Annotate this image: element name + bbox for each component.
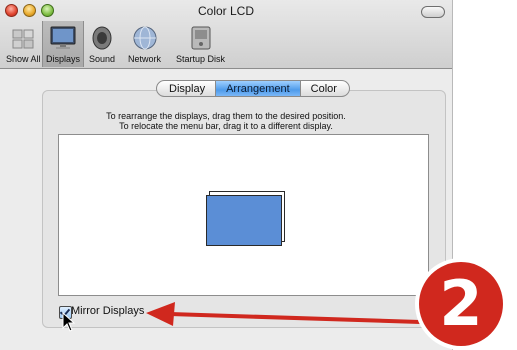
callout-number-badge: 2 xyxy=(419,262,503,346)
